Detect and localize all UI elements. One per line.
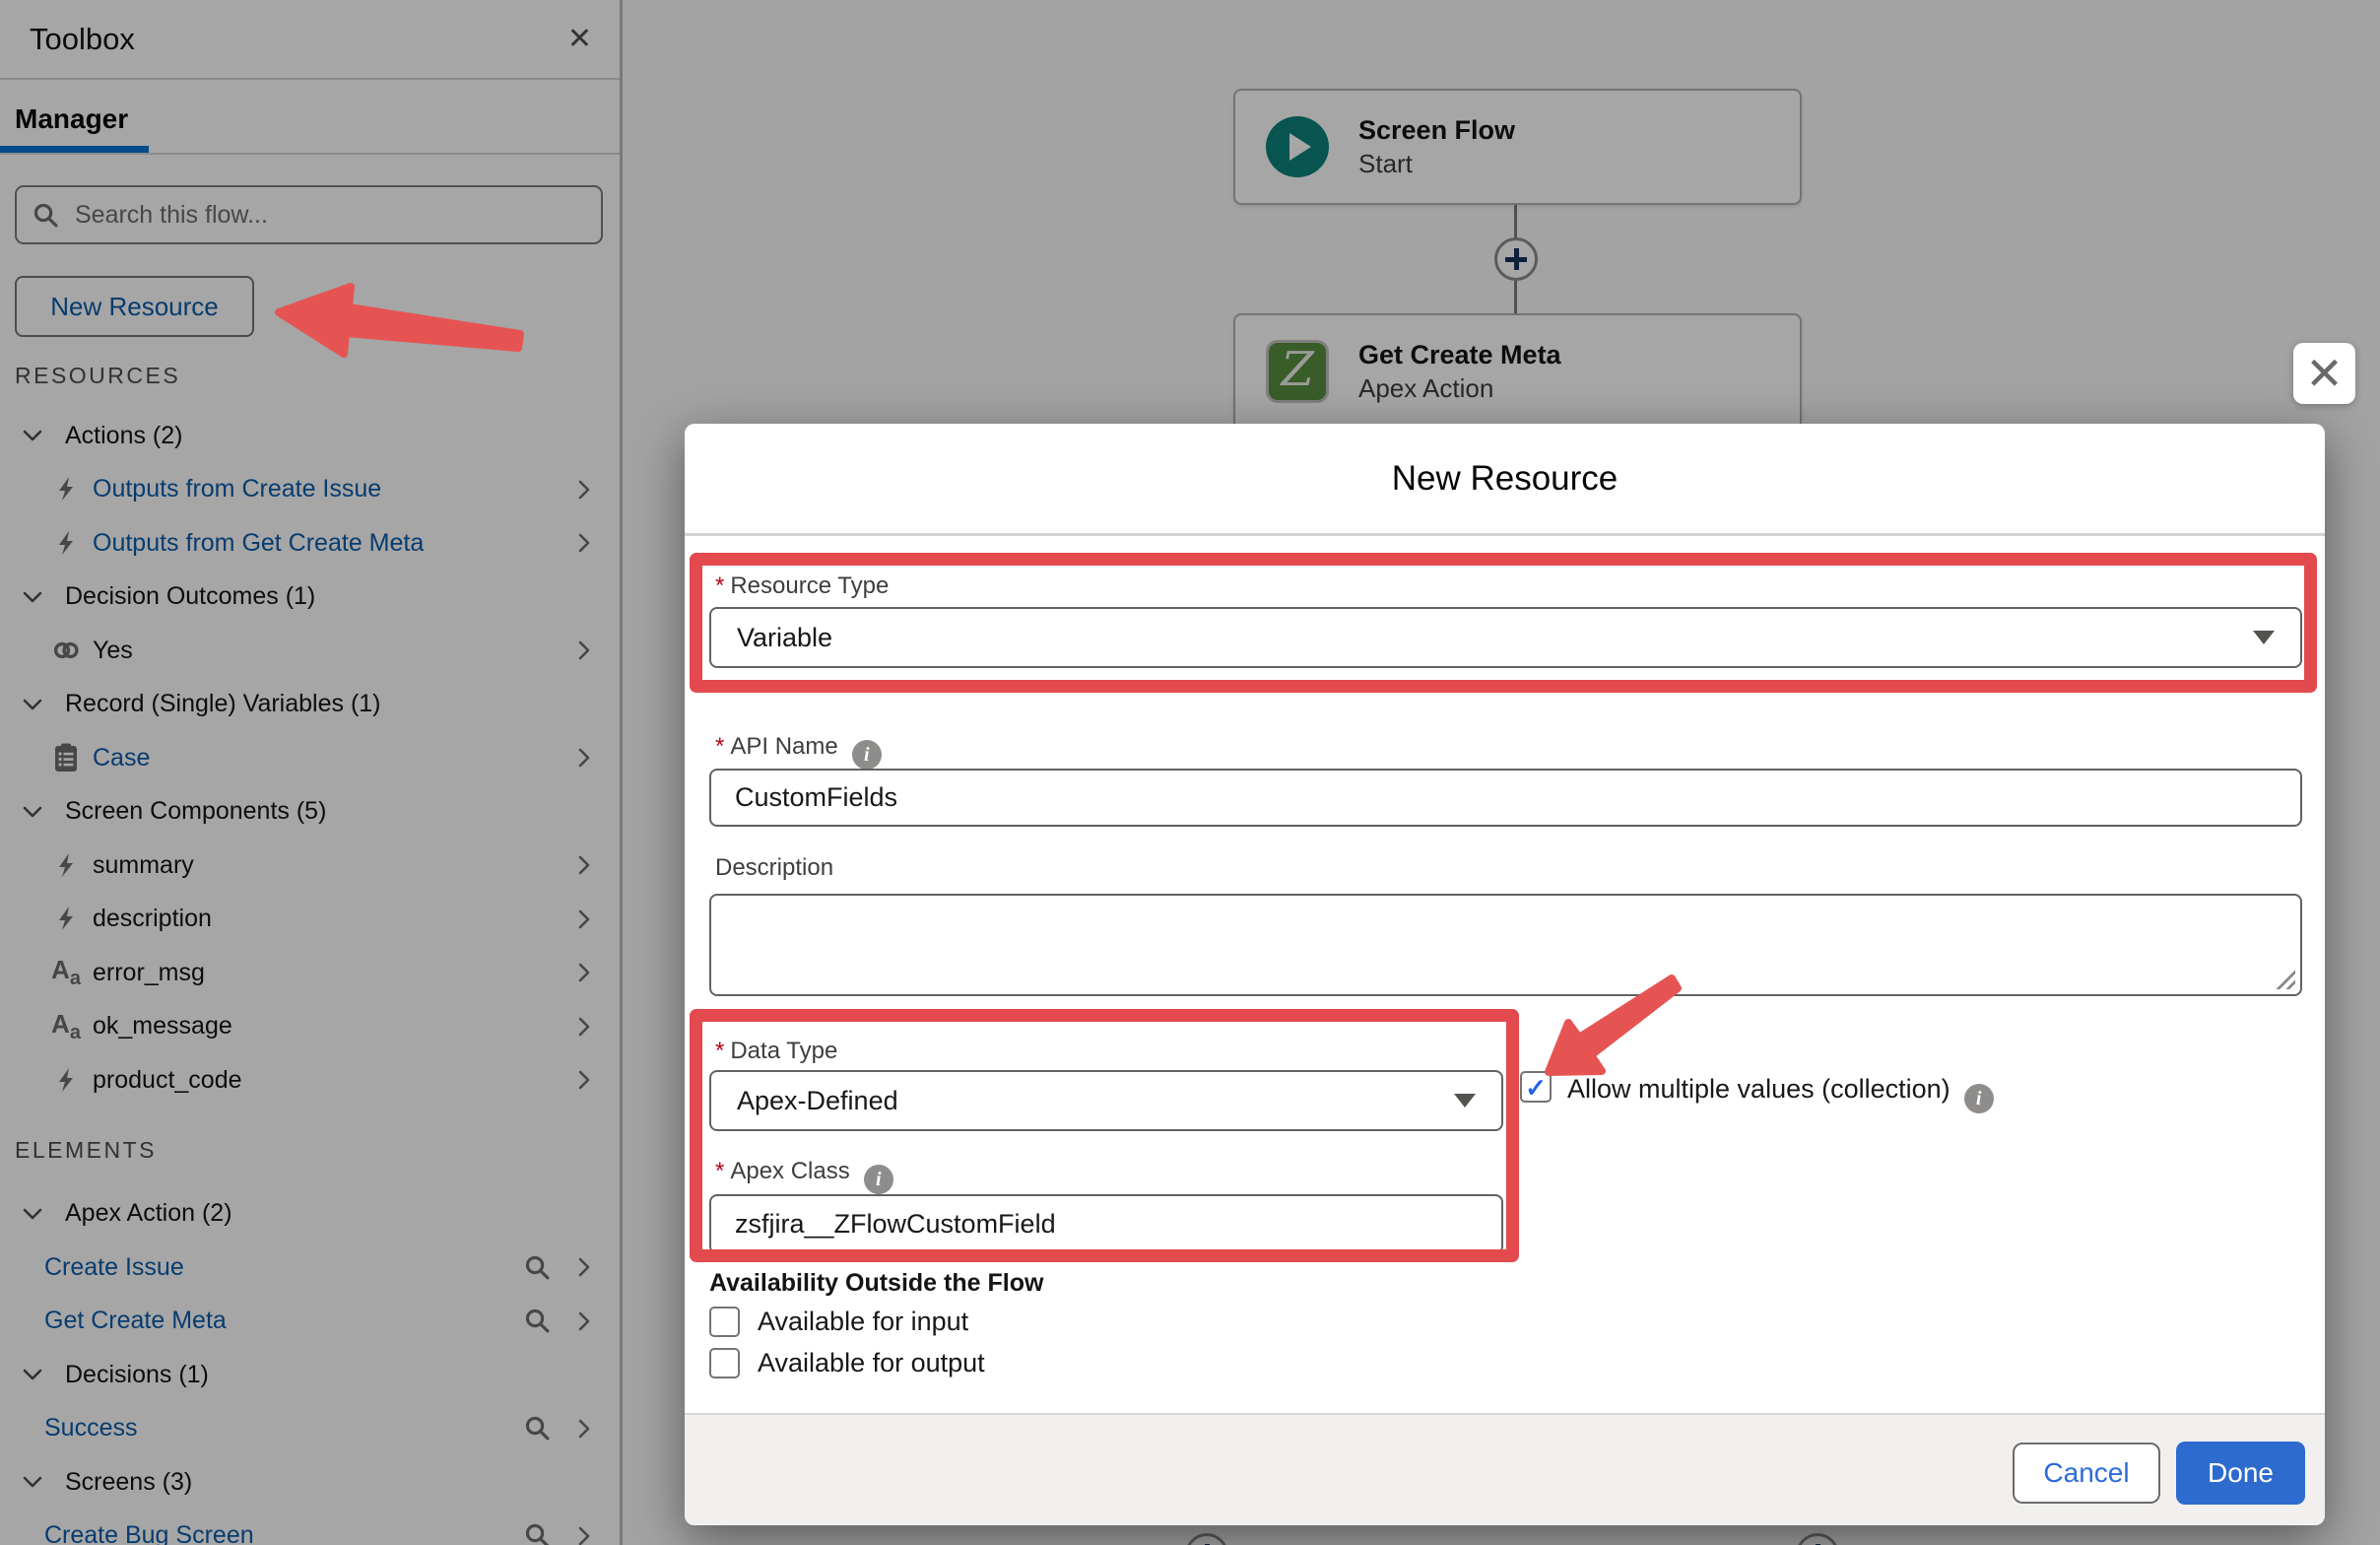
flow-builder-app: Toolbox ✕ Manager New Resource RESOURCES… xyxy=(0,0,2380,1545)
api-name-input[interactable] xyxy=(709,769,2302,827)
checkmark-icon: ✓ xyxy=(1525,1073,1547,1103)
data-type-label: *Data Type xyxy=(715,1037,837,1066)
cancel-button[interactable]: Cancel xyxy=(2013,1443,2160,1504)
resource-type-select[interactable]: Variable xyxy=(709,607,2302,668)
modal-footer: Cancel Done xyxy=(685,1413,2325,1525)
dropdown-arrow-icon xyxy=(2253,631,2275,644)
description-label: Description xyxy=(715,853,833,883)
resource-type-label: *Resource Type xyxy=(715,571,889,601)
apex-class-input[interactable] xyxy=(709,1194,1503,1254)
info-icon[interactable] xyxy=(1964,1084,1994,1113)
allow-multiple-checkbox[interactable]: ✓ xyxy=(1520,1071,1552,1103)
required-asterisk: * xyxy=(715,733,724,760)
description-textarea[interactable] xyxy=(709,894,2302,996)
available-for-input-label: Available for input xyxy=(758,1307,968,1337)
resource-type-value: Variable xyxy=(737,623,832,653)
info-icon[interactable] xyxy=(864,1165,893,1194)
availability-heading: Availability Outside the Flow xyxy=(709,1269,1043,1298)
new-resource-modal: New Resource *Resource Type Variable *AP… xyxy=(685,424,2325,1525)
info-icon[interactable] xyxy=(852,740,882,770)
data-type-select[interactable]: Apex-Defined xyxy=(709,1070,1503,1131)
available-for-input-row: Available for input xyxy=(709,1307,968,1337)
allow-multiple-label: Allow multiple values (collection) xyxy=(1567,1074,1994,1113)
apex-class-label: *Apex Class xyxy=(715,1157,893,1194)
api-name-label: *API Name xyxy=(715,732,882,770)
modal-title: New Resource xyxy=(685,459,2325,499)
available-for-output-checkbox[interactable] xyxy=(709,1348,740,1378)
modal-close-button[interactable]: ✕ xyxy=(2293,343,2355,404)
done-button[interactable]: Done xyxy=(2176,1442,2305,1505)
required-asterisk: * xyxy=(715,1038,724,1064)
required-asterisk: * xyxy=(715,1158,724,1184)
resize-handle-icon[interactable] xyxy=(2274,968,2295,989)
available-for-output-label: Available for output xyxy=(758,1348,985,1378)
data-type-value: Apex-Defined xyxy=(737,1086,898,1116)
available-for-input-checkbox[interactable] xyxy=(709,1307,740,1337)
dropdown-arrow-icon xyxy=(1454,1094,1476,1108)
divider xyxy=(685,533,2325,536)
available-for-output-row: Available for output xyxy=(709,1348,985,1378)
required-asterisk: * xyxy=(715,572,724,599)
